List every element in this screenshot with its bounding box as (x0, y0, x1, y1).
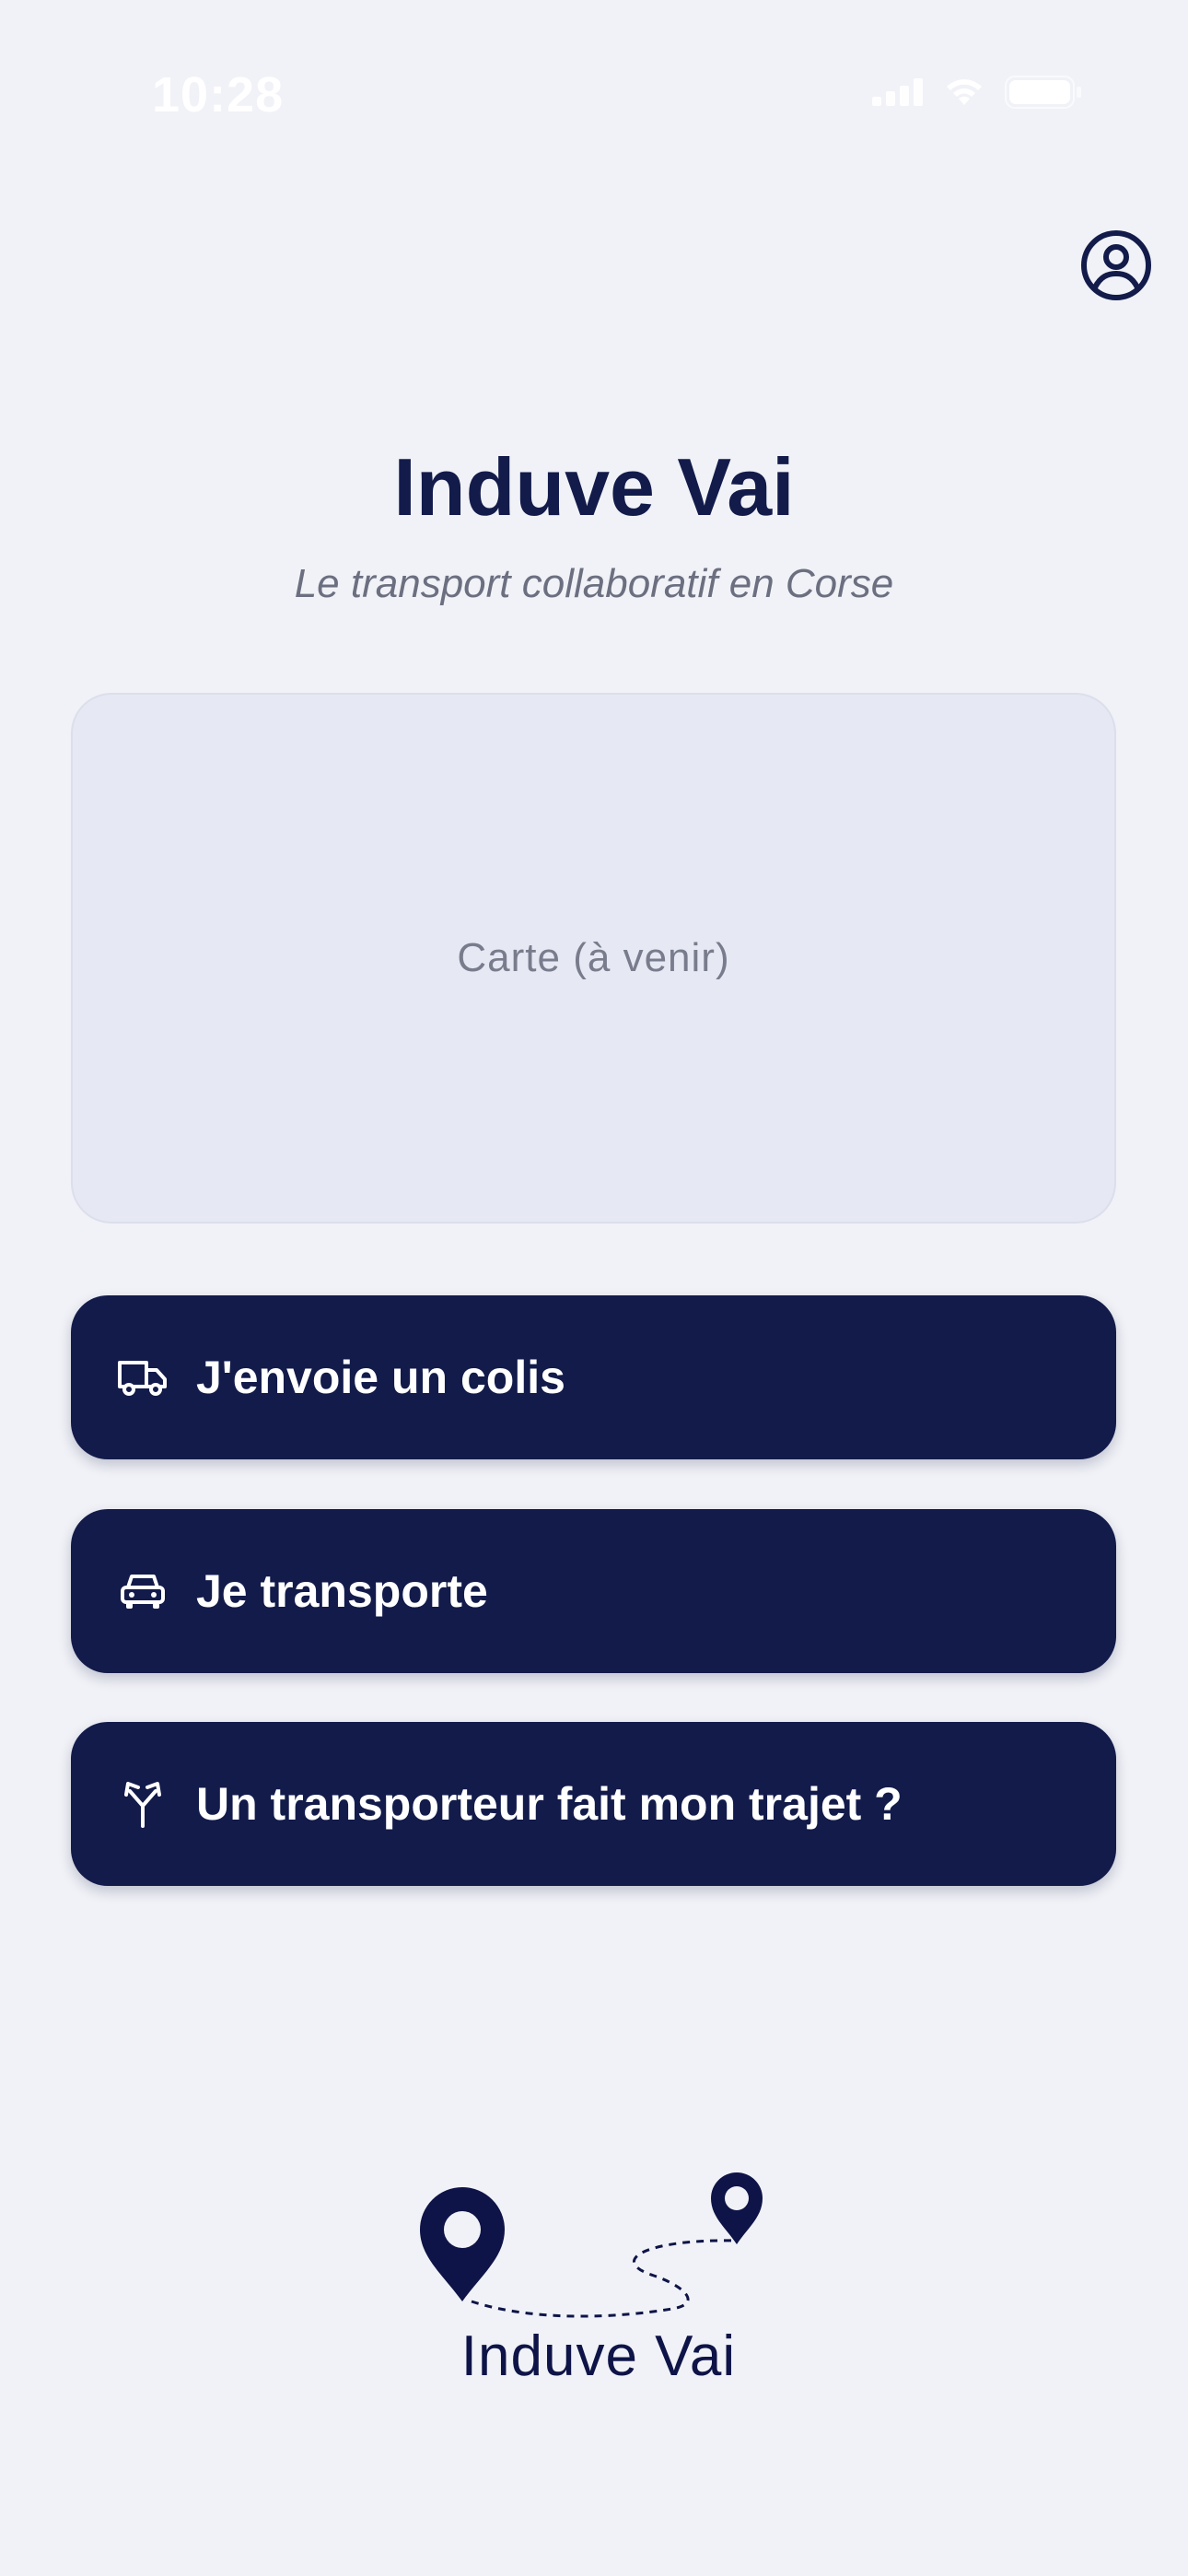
cellular-signal-icon (872, 78, 924, 106)
app-subtitle: Le transport collaboratif en Corse (294, 561, 894, 606)
carry-label: Je transporte (196, 1565, 488, 1617)
truck-icon (117, 1352, 169, 1403)
route-split-icon (117, 1778, 169, 1830)
wifi-icon (944, 77, 984, 107)
carry-button[interactable]: Je transporte (71, 1509, 1116, 1673)
status-icons (872, 76, 1082, 109)
route-pins-icon (387, 2147, 810, 2331)
status-bar: 10:28 (0, 0, 1188, 184)
map-placeholder-text: Carte (à venir) (457, 935, 730, 980)
car-icon (117, 1565, 169, 1617)
profile-button[interactable] (1079, 228, 1153, 302)
footer-logo-text: Induve Vai (460, 2324, 737, 2388)
route-match-label: Un transporteur fait mon trajet ? (196, 1778, 903, 1830)
send-package-button[interactable]: J'envoie un colis (71, 1295, 1116, 1459)
footer-logo: Induve Vai (387, 2147, 810, 2405)
status-time: 10:28 (152, 67, 285, 123)
battery-icon (1005, 76, 1082, 109)
send-package-label: J'envoie un colis (196, 1352, 565, 1403)
user-circle-icon (1079, 228, 1153, 302)
map-card: Carte (à venir) (71, 693, 1116, 1224)
route-match-button[interactable]: Un transporteur fait mon trajet ? (71, 1722, 1116, 1886)
app-title: Induve Vai (393, 441, 795, 533)
